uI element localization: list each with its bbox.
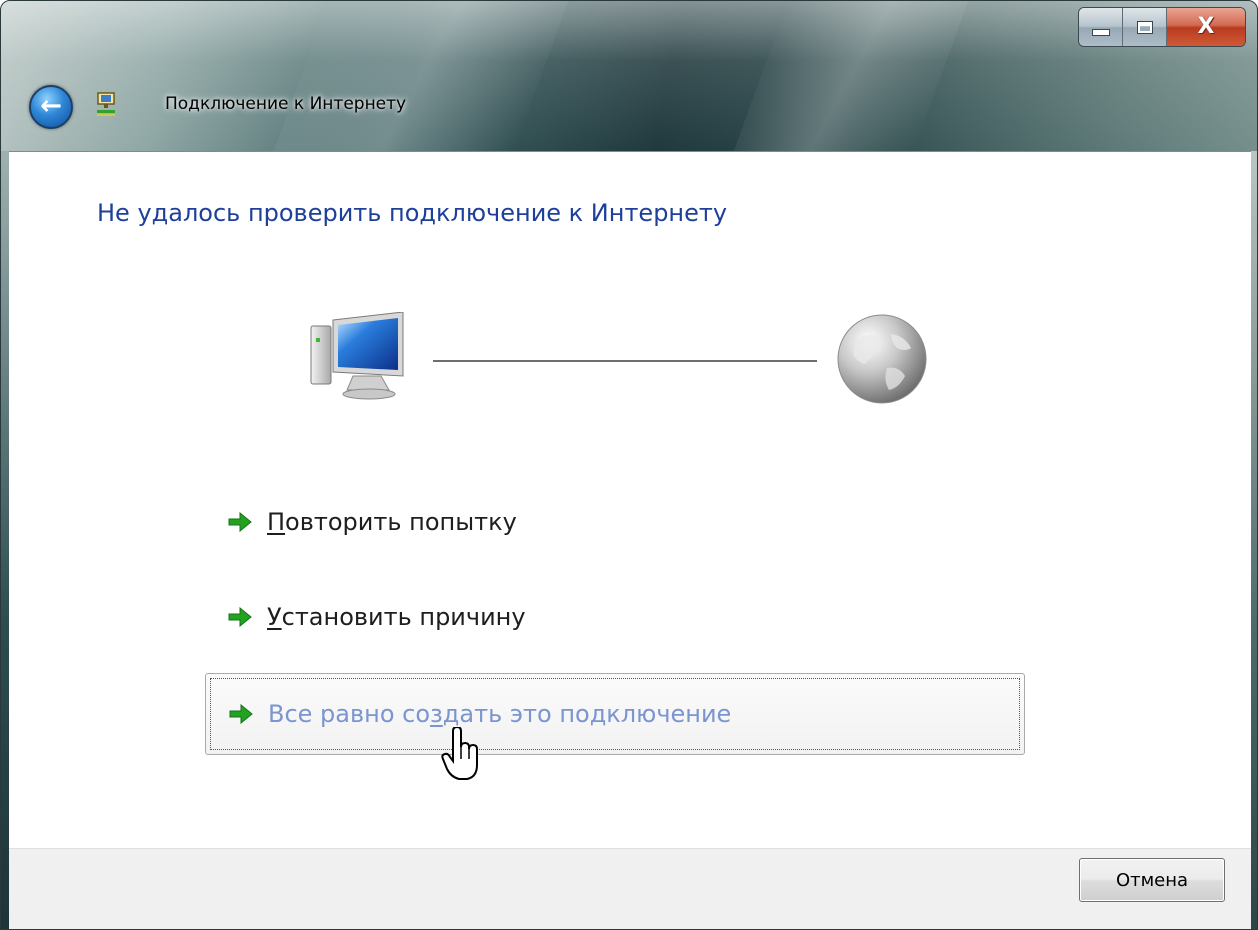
option-label: Установить причину [267,603,526,631]
titlebar-glass-streak [733,1,969,151]
option-create-anyway[interactable]: Все равно создать это подключение [205,673,1025,755]
option-label: Повторить попытку [267,508,517,536]
cancel-button[interactable]: Отмена [1079,858,1225,902]
dialog-footer: Отмена [9,848,1251,929]
caption-buttons: X [1078,7,1246,47]
close-icon: X [1197,14,1215,39]
maximize-button[interactable] [1123,8,1167,46]
dialog-content: Не удалось проверить подключение к Интер… [9,151,1251,849]
titlebar-glass [1,1,1257,151]
window-frame-left [1,151,9,929]
green-arrow-icon [228,512,252,532]
minimize-button[interactable] [1079,8,1123,46]
computer-icon [310,312,404,400]
network-connection-icon [97,92,115,116]
close-button[interactable]: X [1167,8,1245,46]
connection-line [433,360,817,362]
option-diagnose[interactable]: Установить причину [205,576,1025,658]
page-title: Не удалось проверить подключение к Интер… [97,199,728,227]
globe-icon [837,314,927,404]
maximize-icon [1136,20,1153,34]
option-retry[interactable]: Повторить попытку [205,481,1025,563]
hand-cursor-icon [441,727,478,780]
minimize-icon [1091,28,1110,36]
back-button[interactable]: ← [29,85,73,129]
titlebar-glass-streak [273,1,569,151]
back-arrow-icon: ← [40,91,62,121]
focus-ring [210,678,1020,750]
window-title: Подключение к Интернету [165,94,407,114]
green-arrow-icon [228,607,252,627]
dialog-window: X ← Подключение к Интернету Не удалось п… [0,0,1258,930]
